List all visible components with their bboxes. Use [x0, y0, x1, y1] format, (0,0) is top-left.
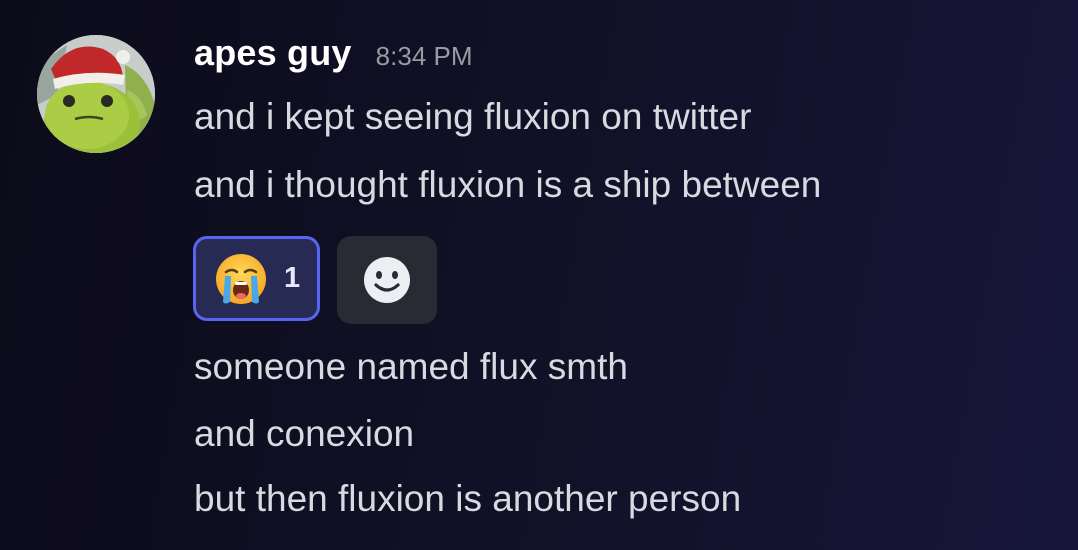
avatar[interactable] [37, 35, 155, 153]
reaction-loudly-crying[interactable]: 1 [193, 236, 320, 321]
frog-plush-avatar-image [37, 35, 155, 153]
message-line: and i kept seeing fluxion on twitter [194, 96, 752, 137]
add-reaction-button[interactable] [337, 236, 437, 324]
message-line: but then fluxion is another person [194, 478, 742, 519]
timestamp[interactable]: 8:34 PM [376, 41, 473, 72]
message-line: someone named flux smth [194, 346, 628, 387]
loudly-crying-face-icon [216, 253, 266, 304]
message-header: apes guy 8:34 PM [194, 32, 473, 74]
message-line: and conexion [194, 413, 415, 454]
message-line: and i thought fluxion is a ship between [194, 164, 822, 205]
smiley-face-icon [364, 257, 410, 303]
username[interactable]: apes guy [194, 32, 352, 74]
chat-message: apes guy 8:34 PM and i kept seeing fluxi… [0, 0, 1078, 550]
reaction-count: 1 [284, 262, 301, 294]
